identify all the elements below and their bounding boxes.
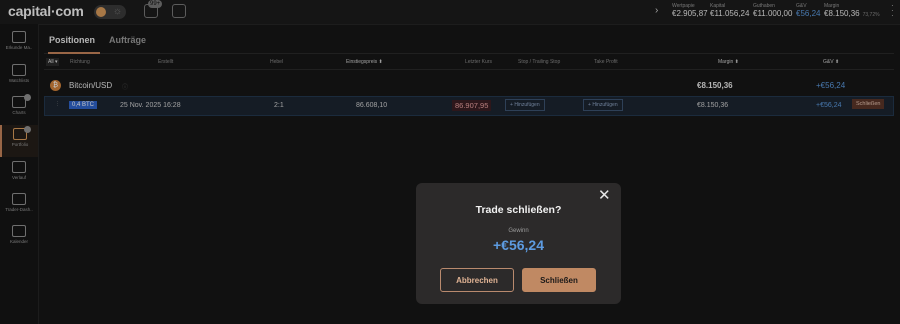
dialog-title: Trade schließen? [475, 204, 562, 216]
profit-label: Gewinn [508, 228, 529, 234]
profit-value: +€56,24 [493, 237, 544, 253]
confirm-close-button[interactable]: Schließen [522, 268, 596, 292]
cancel-button[interactable]: Abbrechen [440, 268, 514, 292]
close-icon[interactable]: ✕ [598, 188, 611, 204]
